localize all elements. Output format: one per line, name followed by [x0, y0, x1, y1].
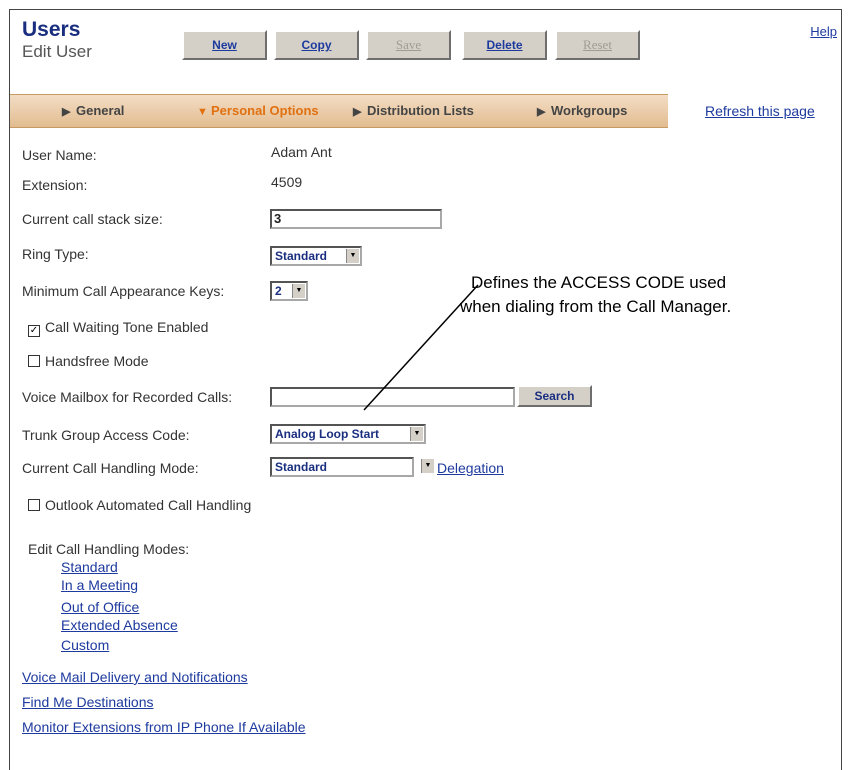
annotation-pointer-line — [363, 284, 479, 411]
